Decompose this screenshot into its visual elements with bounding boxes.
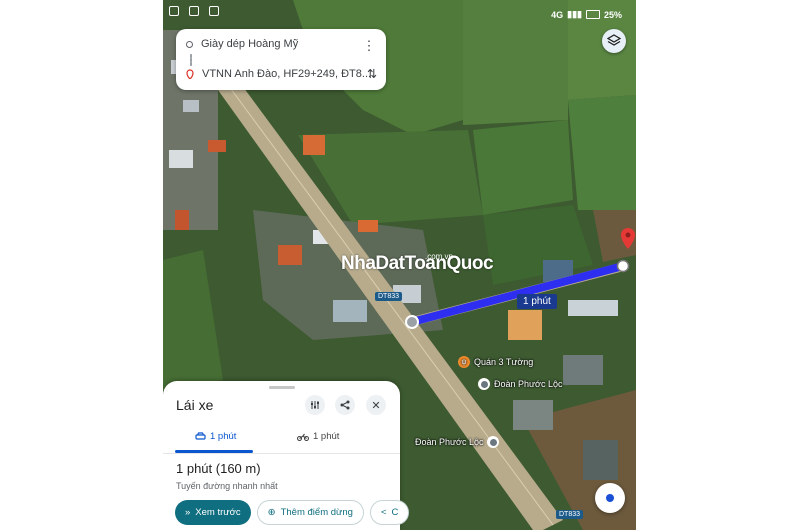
swap-icon[interactable]: ⇅ [367,67,377,81]
route-dots [190,54,192,66]
signal-icon: ▮▮▮ [567,9,582,19]
destination-row[interactable]: VTNN Anh Đào, HF29+249, ĐT8... [186,68,371,80]
status-bar: 4G ▮▮▮ 25% [163,0,636,28]
origin-row[interactable]: Giày dép Hoàng Mỹ [186,38,298,50]
poi-restaurant[interactable]: ψ Quán 3 Tường [458,356,533,368]
watermark-domain: .com.vn [425,252,454,261]
route-end-marker[interactable] [616,259,630,273]
network-label: 4G [551,9,564,20]
motorbike-icon [297,433,309,441]
share-button[interactable] [335,395,355,415]
phone-screen: 4G ▮▮▮ 25% Giày dép Hoàng Mỹ VTNN Anh Đà… [163,0,636,530]
share-label: C [391,507,399,518]
layers-icon [607,34,621,46]
app-notification-icon [169,6,179,16]
place-icon [487,436,500,448]
place-icon [478,378,490,390]
directions-sheet: Lái xe ✕ 1 phút 1 phút 1 phút (160 m) Tu… [163,381,410,530]
road-label: DT833 [375,292,403,301]
travel-mode-tabs: 1 phút 1 phút [163,425,400,454]
share-route-button[interactable]: < C [369,500,410,525]
app-notification-icon [209,6,219,16]
tab-label: 1 phút [210,431,237,442]
road-label: DT833 [556,510,584,519]
destination-pin-small-icon [186,69,194,79]
sheet-title: Lái xe [176,397,214,413]
action-row: » Xem trước ⊕ Thêm điểm dừng < C [175,500,410,525]
restaurant-icon: ψ [458,356,470,368]
share-icon [340,400,350,410]
poi-place[interactable]: Đoàn Phước Lộc [415,436,500,448]
watermark: NhaDatToanQuoc [341,253,494,274]
poi-label: Đoàn Phước Lộc [494,379,563,389]
add-stop-icon: ⊕ [267,507,276,518]
more-options-icon[interactable]: ⋮ [362,38,376,53]
route-card: Giày dép Hoàng Mỹ VTNN Anh Đào, HF29+249… [176,29,386,90]
origin-circle-icon [186,40,193,48]
preview-button[interactable]: » Xem trước [175,500,251,525]
app-notification-icon [189,6,199,16]
add-stop-label: Thêm điểm dừng [280,507,353,518]
close-button[interactable]: ✕ [366,395,386,415]
close-icon: ✕ [371,399,381,412]
options-button[interactable] [305,395,325,415]
tune-icon [311,401,319,409]
preview-label: Xem trước [195,507,241,518]
poi-label: Đoàn Phước Lộc [415,437,484,447]
field [568,95,636,210]
tab-car[interactable]: 1 phút [195,431,236,442]
poi-place[interactable]: Đoàn Phước Lộc [478,378,562,390]
drag-handle[interactable] [269,386,295,389]
battery-label: 25% [603,9,622,20]
route-duration: 1 phút (160 m) [176,461,261,476]
route-subtitle: Tuyến đường nhanh nhất [176,481,278,491]
route-eta-label: 1 phút [517,294,557,309]
my-location-button[interactable] [595,483,625,513]
car-icon [195,432,206,440]
layers-button[interactable] [602,29,626,53]
my-location-icon [606,494,614,502]
field [473,120,573,215]
origin-text: Giày dép Hoàng Mỹ [201,38,299,50]
building [508,310,542,340]
share-small-icon: < [380,507,387,518]
active-tab-indicator [175,450,253,453]
route-start-marker[interactable] [405,315,419,329]
preview-icon: » [185,507,191,518]
destination-text: VTNN Anh Đào, HF29+249, ĐT8... [202,68,372,80]
tab-label: 1 phút [313,431,340,442]
poi-label: Quán 3 Tường [474,357,534,367]
add-stop-button[interactable]: ⊕ Thêm điểm dừng [256,500,364,525]
battery-icon [585,10,600,19]
tab-motorbike[interactable]: 1 phút [297,431,339,442]
